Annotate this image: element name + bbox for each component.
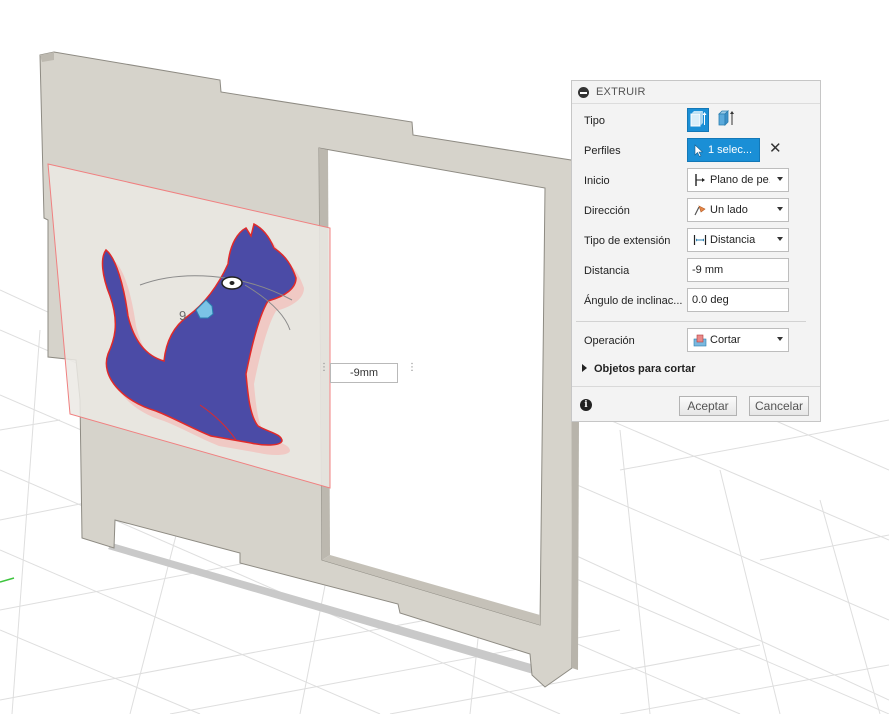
cancel-button[interactable]: Cancelar [749,396,809,416]
dialog-header: EXTRUIR [572,81,820,104]
expand-arrow-icon [582,364,587,372]
chevron-down-icon [777,337,783,341]
close-icon[interactable]: ✕ [769,141,782,157]
cursor-icon [694,144,704,157]
solid-extrude-button[interactable] [687,108,709,132]
distancia-label: Distancia [584,265,630,277]
distancia-value: -9 mm [692,264,724,276]
direccion-value: Un lado [710,204,748,216]
cut-operation-icon [693,334,707,347]
inicio-value: Plano de pe... [710,174,770,186]
angulo-value: 0.0 deg [692,294,729,306]
profile-selection-button[interactable]: 1 selec... [687,138,760,162]
tipo-extension-select[interactable]: Distancia [687,228,789,252]
ok-button[interactable]: Aceptar [679,396,737,416]
start-plane-icon [695,174,705,186]
distancia-input[interactable]: -9 mm [687,258,789,282]
info-icon[interactable]: i [580,399,592,411]
angulo-label: Ángulo de inclinac... [584,295,683,307]
direction-icon [694,205,706,216]
chevron-down-icon [777,237,783,241]
objetos-para-cortar-toggle[interactable]: Objetos para cortar [582,363,695,375]
surface-extrude-button[interactable] [715,108,737,132]
chevron-down-icon [777,177,783,181]
perfiles-label: Perfiles [584,145,621,157]
objetos-label: Objetos para cortar [594,363,696,375]
dialog-footer: i Aceptar Cancelar [572,386,820,422]
extrude-dialog: EXTRUIR Tipo Perfiles 1 selec... ✕ Inici… [571,80,821,422]
direccion-label: Dirección [584,205,630,217]
dialog-divider [576,321,806,322]
inicio-select[interactable]: Plano de pe... [687,168,789,192]
inicio-label: Inicio [584,175,610,187]
drag-handle-left[interactable]: ⋮ [319,363,329,383]
angulo-input[interactable]: 0.0 deg [687,288,789,312]
drag-handle-right[interactable]: ⋮ [407,363,417,383]
tipo-extension-value: Distancia [710,234,756,246]
collapse-icon[interactable] [578,87,589,98]
operacion-value: Cortar [710,334,741,346]
operacion-label: Operación [584,335,635,347]
tipo-label: Tipo [584,115,605,127]
chevron-down-icon [777,207,783,211]
extent-distance-icon [693,235,707,245]
solid-extrude-icon [690,111,707,127]
distance-inline-input[interactable]: -9mm [330,363,398,383]
tipo-extension-label: Tipo de extensión [584,235,671,247]
manipulator-value: 9 [179,308,186,323]
profile-selection-count: 1 selec... [708,144,753,156]
direccion-select[interactable]: Un lado [687,198,789,222]
dialog-title: EXTRUIR [596,86,646,98]
surface-extrude-icon [718,110,734,126]
operacion-select[interactable]: Cortar [687,328,789,352]
